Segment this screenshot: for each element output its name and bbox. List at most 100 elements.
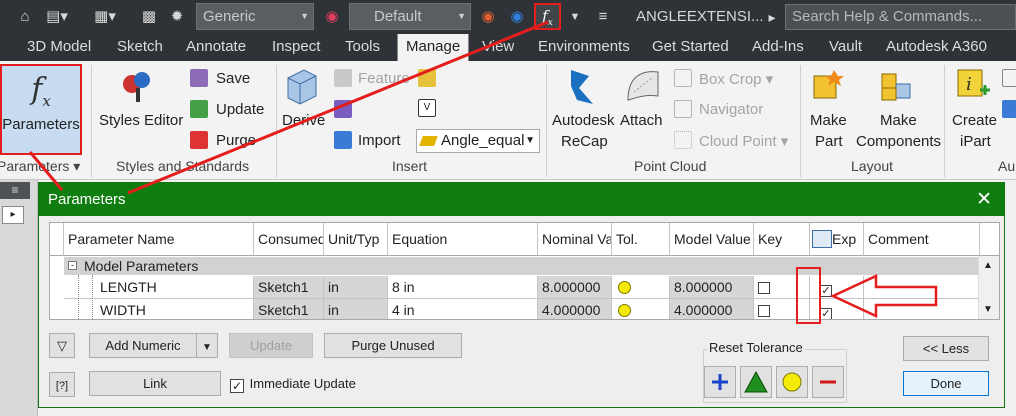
home-icon[interactable]: ⌂ [16, 7, 34, 27]
make-components-label-2[interactable]: Components [856, 133, 941, 150]
export-checkbox[interactable]: ✓ [820, 285, 832, 297]
tab-sketch[interactable]: Sketch [117, 38, 163, 55]
table-row-comment[interactable] [864, 276, 980, 299]
update-icon[interactable]: ▦▾ [90, 7, 120, 27]
material-sphere-icon[interactable]: ✹ [166, 7, 188, 27]
tab-environments[interactable]: Environments [538, 38, 630, 55]
table-row-tolerance[interactable] [612, 299, 670, 319]
column-header[interactable]: Tol. [612, 223, 670, 256]
add-numeric-button[interactable]: Add Numeric [89, 333, 197, 358]
appearance-dropdown[interactable]: Generic ▼ [196, 3, 314, 30]
update-styles-button[interactable]: Update [216, 101, 264, 118]
add-numeric-dropdown[interactable]: ▼ [196, 333, 218, 358]
parameters-button[interactable]: fx Parameters [0, 64, 82, 155]
visual-style-dropdown[interactable]: Default ▼ [349, 3, 471, 30]
nominal-tolerance-button[interactable] [776, 366, 808, 398]
tab-manage[interactable]: Manage [397, 34, 470, 61]
adjust-appearance-icon[interactable]: ◉ [477, 7, 499, 27]
table-row-equation[interactable]: 4 in [388, 299, 538, 319]
scroll-down-icon[interactable]: ▼ [983, 304, 993, 315]
panel-label-parameters[interactable]: Parameters ▾ [0, 158, 80, 175]
table-row-equation[interactable]: 8 in [388, 276, 538, 299]
vba-icon[interactable]: V [418, 99, 436, 117]
column-header[interactable]: Parameter Name [64, 223, 254, 256]
column-header[interactable]: Equation [388, 223, 538, 256]
dialog-title-bar[interactable]: Parameters ✕ [39, 183, 1004, 216]
tab-vault[interactable]: Vault [829, 38, 862, 55]
table-scrollbar[interactable]: ▲ ▼ [978, 256, 999, 319]
cloud-point-button[interactable]: Cloud Point ▾ [699, 132, 788, 150]
paste-icon[interactable] [334, 100, 352, 118]
tab-annotate[interactable]: Annotate [186, 38, 246, 55]
angle-parameter-dropdown[interactable]: Angle_equal ▼ [416, 129, 540, 153]
collapse-icon[interactable]: - [68, 261, 77, 270]
recap-label-2[interactable]: ReCap [561, 133, 608, 150]
table-row-comment[interactable] [864, 299, 980, 319]
upper-tolerance-button[interactable] [704, 366, 736, 398]
tab-autodesk-a360[interactable]: Autodesk A360 [886, 38, 987, 55]
help-search-input[interactable]: Search Help & Commands... [785, 4, 1016, 30]
save-styles-button[interactable]: Save [216, 70, 250, 87]
help-button[interactable]: [?] [49, 372, 75, 397]
feature-button[interactable]: Feature [358, 70, 410, 87]
update-button[interactable]: Update [229, 333, 313, 358]
tab-inspect[interactable]: Inspect [272, 38, 320, 55]
immediate-update-control[interactable]: ✓ Immediate Update [230, 376, 356, 393]
tab-tools[interactable]: Tools [345, 38, 380, 55]
expand-arrow-icon[interactable]: ▸ [2, 206, 24, 224]
import-button[interactable]: Import [358, 132, 401, 149]
attach-button[interactable]: Attach [620, 112, 663, 129]
median-tolerance-button[interactable] [740, 366, 772, 398]
lower-tolerance-button[interactable] [812, 366, 844, 398]
navigator-button[interactable]: Navigator [699, 101, 763, 118]
chevron-right-icon[interactable]: ▸ [765, 7, 779, 27]
tab-3d-model[interactable]: 3D Model [27, 38, 91, 55]
insert-object-icon[interactable] [418, 69, 436, 87]
derive-button[interactable]: Derive [282, 112, 325, 129]
table-row-unit[interactable]: in [324, 299, 388, 319]
tab-add-ins[interactable]: Add-Ins [752, 38, 804, 55]
make-part-label-1[interactable]: Make [810, 112, 847, 129]
purge-unused-button[interactable]: Purge Unused [324, 333, 462, 358]
parameters-quick-button[interactable]: fx [534, 3, 561, 30]
tab-get-started[interactable]: Get Started [652, 38, 729, 55]
clear-appearance-icon[interactable]: ◉ [506, 7, 528, 27]
column-header[interactable]: Model Value [670, 223, 754, 256]
table-row-tolerance[interactable] [612, 276, 670, 299]
export-checkbox[interactable]: ✓ [820, 308, 832, 319]
purge-styles-button[interactable]: Purge [216, 132, 256, 149]
make-components-label-1[interactable]: Make [880, 112, 917, 129]
less-button[interactable]: << Less [903, 336, 989, 361]
recap-label-1[interactable]: Autodesk [552, 112, 615, 129]
close-icon[interactable]: ✕ [976, 183, 992, 216]
open-folder-icon[interactable]: ▤▾ [44, 7, 70, 27]
key-checkbox[interactable] [758, 305, 770, 317]
column-header[interactable]: Key [754, 223, 810, 256]
key-checkbox[interactable] [758, 282, 770, 294]
make-part-label-2[interactable]: Part [815, 133, 843, 150]
column-header[interactable]: Exp [810, 223, 864, 256]
scroll-up-icon[interactable]: ▲ [983, 260, 993, 271]
create-ipart-label-1[interactable]: Create [952, 112, 997, 129]
column-header[interactable]: Comment [864, 223, 980, 256]
browser-menu-icon[interactable]: ≡ [0, 182, 30, 199]
link-button[interactable]: Link [89, 371, 221, 396]
immediate-update-checkbox[interactable]: ✓ [230, 379, 244, 393]
author-tool-icon[interactable] [1002, 100, 1016, 118]
column-header[interactable]: Nominal Va [538, 223, 612, 256]
done-button[interactable]: Done [903, 371, 989, 396]
box-crop-button[interactable]: Box Crop ▾ [699, 70, 773, 88]
customize-qat-icon[interactable]: ≡ [594, 7, 612, 27]
column-header[interactable]: Consumed [254, 223, 324, 256]
color-wheel-icon[interactable]: ◉ [321, 7, 343, 27]
filter-button[interactable]: ▽ [49, 333, 75, 358]
table-row-unit[interactable]: in [324, 276, 388, 299]
chevron-down-icon[interactable]: ▼ [568, 7, 582, 27]
group-row-model-parameters[interactable]: - Model Parameters [64, 257, 990, 275]
author-tool-icon[interactable] [1002, 69, 1016, 87]
select-icon[interactable]: ▩ [138, 7, 160, 27]
column-header[interactable]: Unit/Typ [324, 223, 388, 256]
create-ipart-label-2[interactable]: iPart [960, 133, 991, 150]
styles-editor-button[interactable]: Styles Editor [99, 112, 183, 129]
tab-view[interactable]: View [482, 38, 514, 55]
